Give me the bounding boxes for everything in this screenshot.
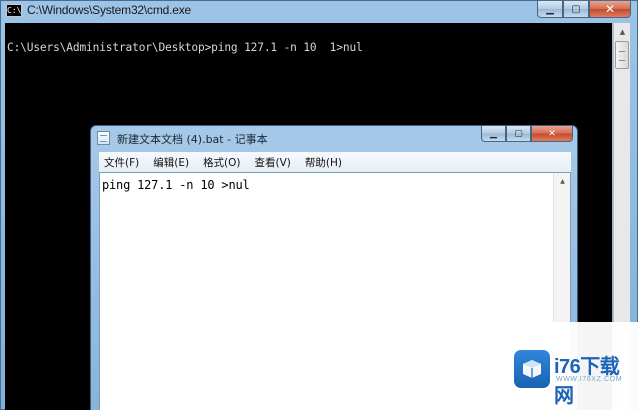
cmd-window-controls: ▁ ▢ ✕	[537, 1, 631, 19]
notepad-icon	[97, 131, 110, 145]
notepad-window-controls: ▁ ▢ ✕	[481, 126, 573, 144]
notepad-window-title: 新建文本文档 (4).bat - 记事本	[117, 133, 268, 146]
cmd-window-title: C:\Windows\System32\cmd.exe	[27, 3, 191, 17]
scroll-up-icon[interactable]: ▲	[614, 23, 631, 40]
menu-view[interactable]: 查看(V)	[254, 155, 292, 170]
cmd-scroll-thumb[interactable]	[615, 41, 629, 69]
terminal-icon: C:\	[6, 4, 22, 17]
notepad-scroll-up-icon[interactable]: ▲	[554, 173, 570, 190]
notepad-titlebar[interactable]: 新建文本文档 (4).bat - 记事本 ▁ ▢ ✕	[91, 126, 577, 150]
notepad-maximize-button[interactable]: ▢	[506, 126, 531, 142]
cmd-maximize-button[interactable]: ▢	[563, 1, 589, 18]
menu-edit[interactable]: 编辑(E)	[152, 155, 190, 170]
cmd-close-button[interactable]: ✕	[589, 1, 631, 18]
box-logo-icon	[514, 350, 550, 388]
menu-file[interactable]: 文件(F)	[103, 155, 140, 170]
notepad-menubar: 文件(F) 编辑(E) 格式(O) 查看(V) 帮助(H)	[99, 152, 571, 172]
watermark-badge: i76下载网 WWW.I76XZ.COM	[500, 322, 638, 410]
cmd-minimize-button[interactable]: ▁	[537, 1, 563, 18]
notepad-close-button[interactable]: ✕	[531, 126, 573, 142]
menu-help[interactable]: 帮助(H)	[304, 155, 343, 170]
notepad-minimize-button[interactable]: ▁	[481, 126, 506, 142]
watermark-url: WWW.I76XZ.COM	[556, 376, 623, 383]
menu-format[interactable]: 格式(O)	[202, 155, 241, 170]
notepad-content: ping 127.1 -n 10 >nul	[102, 178, 250, 192]
cmd-titlebar[interactable]: C:\ C:\Windows\System32\cmd.exe ▁ ▢ ✕	[1, 1, 637, 21]
cmd-prompt-line: C:\Users\Administrator\Desktop>ping 127.…	[7, 41, 363, 54]
